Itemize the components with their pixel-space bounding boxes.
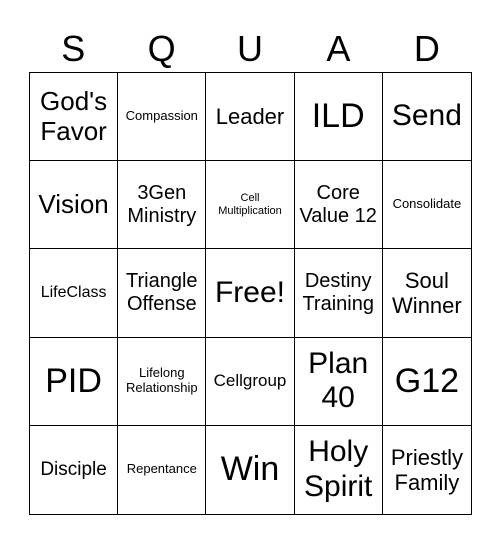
- bingo-cell[interactable]: Priestly Family: [383, 426, 471, 514]
- bingo-cell[interactable]: Lifelong Relationship: [118, 337, 207, 426]
- header-letter-d: D: [413, 28, 440, 69]
- bingo-cell[interactable]: Cell Multiplication: [206, 161, 295, 250]
- bingo-cell[interactable]: Holy Spirit: [295, 425, 383, 514]
- bingo-cell[interactable]: 3Gen Ministry: [118, 161, 207, 250]
- header-letter-s: S: [61, 28, 86, 69]
- bingo-cell[interactable]: G12: [382, 338, 471, 426]
- free-space-cell[interactable]: Free!: [206, 249, 295, 338]
- bingo-cell[interactable]: Repentance: [118, 425, 207, 514]
- bingo-cell[interactable]: ILD: [294, 73, 383, 162]
- header-letter-q: Q: [147, 28, 176, 69]
- bingo-cell[interactable]: PID: [30, 337, 119, 426]
- bingo-cell[interactable]: Leader: [206, 73, 295, 162]
- bingo-cell[interactable]: Win: [206, 425, 295, 514]
- bingo-cell[interactable]: LifeClass: [30, 249, 119, 338]
- bingo-cell[interactable]: Disciple: [30, 425, 119, 514]
- bingo-cell[interactable]: God's Favor: [30, 73, 119, 162]
- bingo-cell[interactable]: Cellgroup: [206, 337, 295, 426]
- bingo-cell[interactable]: Destiny Training: [294, 249, 383, 338]
- bingo-cell[interactable]: Send: [382, 73, 471, 162]
- header-letter-a: A: [326, 28, 351, 69]
- bingo-cell[interactable]: Vision: [30, 161, 119, 250]
- bingo-cell[interactable]: Consolidate: [382, 161, 471, 250]
- bingo-cell[interactable]: Soul Winner: [382, 249, 471, 338]
- bingo-cell[interactable]: Plan 40: [294, 337, 383, 426]
- header-letter-u: U: [237, 28, 264, 69]
- bingo-cell[interactable]: Compassion: [118, 73, 207, 162]
- bingo-header: S Q U A D: [29, 26, 471, 72]
- bingo-cell[interactable]: Core Value 12: [294, 161, 383, 250]
- bingo-grid: God's Favor Compassion Leader ILD Send V…: [29, 72, 472, 515]
- bingo-cell[interactable]: Triangle Offense: [118, 249, 207, 338]
